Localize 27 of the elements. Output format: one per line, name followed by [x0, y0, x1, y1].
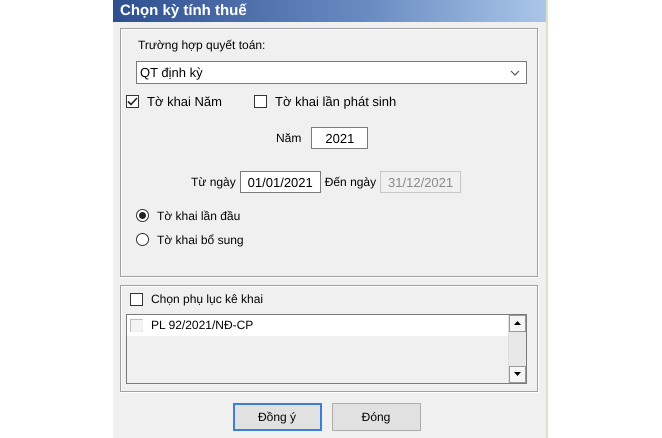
field-label: Trường hợp quyết toán: [137, 37, 266, 52]
dropdown[interactable]: QT định kỳ [136, 61, 527, 84]
dialog-button[interactable]: Đóng [332, 403, 420, 431]
dialog-button[interactable]: Đồng ý [232, 403, 322, 431]
input-field[interactable]: 2021 [311, 127, 368, 149]
scrollbar[interactable] [508, 314, 526, 382]
checkbox-label: Chọn phụ lục kê khai [151, 292, 264, 306]
checkbox[interactable] [126, 95, 139, 108]
radio-label: Tờ khai bổ sung [157, 232, 244, 246]
field-label: Năm [276, 131, 302, 145]
scroll-down-icon[interactable] [514, 372, 521, 376]
scroll-up-icon[interactable] [514, 321, 521, 325]
radio-button[interactable] [136, 233, 149, 246]
radio-button[interactable] [136, 209, 149, 222]
input-field[interactable]: 01/01/2021 [240, 171, 321, 193]
checkbox-label: Tờ khai lần phát sinh [275, 94, 396, 109]
field-label: Từ ngày [191, 175, 236, 189]
field-label: Đến ngày [324, 175, 376, 189]
list-item[interactable]: PL 92/2021/NĐ-CP [127, 314, 508, 336]
radio-label: Tờ khai lần đầu [157, 208, 240, 222]
checkbox[interactable] [130, 292, 143, 306]
checkbox[interactable] [254, 95, 267, 108]
checkbox[interactable] [130, 318, 143, 332]
chevron-down-icon [510, 70, 520, 76]
checkbox-label: Tờ khai Năm [147, 94, 222, 109]
item-label: PL 92/2021/NĐ-CP [151, 318, 254, 332]
window-title: Chọn kỳ tính thuế [113, 0, 546, 22]
